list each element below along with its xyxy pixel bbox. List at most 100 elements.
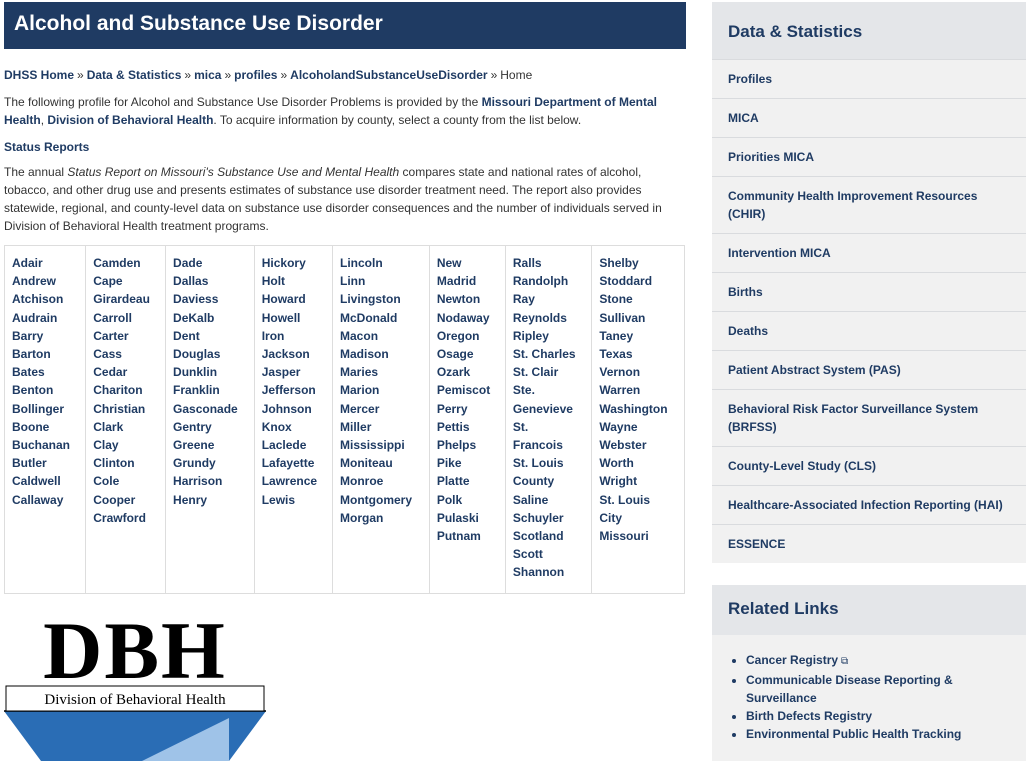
- sidebar-item-link[interactable]: Healthcare-Associated Infection Reportin…: [728, 496, 1010, 514]
- county-link[interactable]: Girardeau: [93, 290, 158, 308]
- county-link[interactable]: Dallas: [173, 272, 247, 290]
- county-link[interactable]: Madison: [340, 345, 422, 363]
- county-link[interactable]: Pike: [437, 454, 498, 472]
- sidebar-item-link[interactable]: Births: [728, 283, 1010, 301]
- county-link[interactable]: Livingston: [340, 290, 422, 308]
- county-link[interactable]: Franklin: [173, 381, 247, 399]
- related-link[interactable]: Communicable Disease Reporting & Surveil…: [746, 673, 953, 705]
- county-link[interactable]: Nodaway: [437, 309, 498, 327]
- county-link[interactable]: Randolph: [513, 272, 584, 290]
- county-link[interactable]: Ripley: [513, 327, 584, 345]
- county-link[interactable]: Ozark: [437, 363, 498, 381]
- breadcrumb-dhss-home[interactable]: DHSS Home: [4, 68, 74, 82]
- county-link[interactable]: Chariton: [93, 381, 158, 399]
- breadcrumb-data-statistics[interactable]: Data & Statistics: [87, 68, 182, 82]
- county-link[interactable]: Stoddard: [599, 272, 677, 290]
- county-link[interactable]: Benton: [12, 381, 78, 399]
- county-link[interactable]: Shelby: [599, 254, 677, 272]
- county-link[interactable]: Butler: [12, 454, 78, 472]
- county-link[interactable]: Iron: [262, 327, 325, 345]
- county-link[interactable]: Ray: [513, 290, 584, 308]
- county-link[interactable]: Scotland: [513, 527, 584, 545]
- county-link[interactable]: Andrew: [12, 272, 78, 290]
- county-link[interactable]: Carroll: [93, 309, 158, 327]
- county-link[interactable]: Vernon: [599, 363, 677, 381]
- county-link[interactable]: Francois: [513, 436, 584, 454]
- county-link[interactable]: Douglas: [173, 345, 247, 363]
- county-link[interactable]: Webster: [599, 436, 677, 454]
- county-link[interactable]: Cape: [93, 272, 158, 290]
- county-link[interactable]: Wayne: [599, 418, 677, 436]
- county-link[interactable]: Audrain: [12, 309, 78, 327]
- county-link[interactable]: Morgan: [340, 509, 422, 527]
- county-link[interactable]: Camden: [93, 254, 158, 272]
- county-link[interactable]: Missouri: [599, 527, 677, 545]
- county-link[interactable]: Grundy: [173, 454, 247, 472]
- sidebar-item-link[interactable]: Priorities MICA: [728, 148, 1010, 166]
- county-link[interactable]: Laclede: [262, 436, 325, 454]
- county-link[interactable]: Dade: [173, 254, 247, 272]
- county-link[interactable]: Ste.: [513, 381, 584, 399]
- breadcrumb-profiles[interactable]: profiles: [234, 68, 277, 82]
- county-link[interactable]: Lincoln: [340, 254, 422, 272]
- breadcrumb-alcohol-substance[interactable]: AlcoholandSubstanceUseDisorder: [290, 68, 487, 82]
- county-link[interactable]: Mercer: [340, 400, 422, 418]
- county-link[interactable]: Linn: [340, 272, 422, 290]
- county-link[interactable]: Washington: [599, 400, 677, 418]
- county-link[interactable]: Cooper: [93, 491, 158, 509]
- county-link[interactable]: Oregon: [437, 327, 498, 345]
- county-link[interactable]: Lafayette: [262, 454, 325, 472]
- county-link[interactable]: Scott: [513, 545, 584, 563]
- county-link[interactable]: Dent: [173, 327, 247, 345]
- county-link[interactable]: Holt: [262, 272, 325, 290]
- county-link[interactable]: Maries: [340, 363, 422, 381]
- county-link[interactable]: Callaway: [12, 491, 78, 509]
- sidebar-item-link[interactable]: Behavioral Risk Factor Surveillance Syst…: [728, 400, 1010, 436]
- county-link[interactable]: Jackson: [262, 345, 325, 363]
- sidebar-item-link[interactable]: County-Level Study (CLS): [728, 457, 1010, 475]
- county-link[interactable]: Pulaski: [437, 509, 498, 527]
- county-link[interactable]: McDonald: [340, 309, 422, 327]
- county-link[interactable]: Polk: [437, 491, 498, 509]
- county-link[interactable]: Macon: [340, 327, 422, 345]
- sidebar-item-link[interactable]: MICA: [728, 109, 1010, 127]
- county-link[interactable]: Newton: [437, 290, 498, 308]
- county-link[interactable]: Daviess: [173, 290, 247, 308]
- county-link[interactable]: Wright: [599, 472, 677, 490]
- county-link[interactable]: St. Charles: [513, 345, 584, 363]
- county-link[interactable]: Harrison: [173, 472, 247, 490]
- county-link[interactable]: Mississippi: [340, 436, 422, 454]
- county-link[interactable]: Genevieve: [513, 400, 584, 418]
- county-link[interactable]: Boone: [12, 418, 78, 436]
- county-link[interactable]: Perry: [437, 400, 498, 418]
- county-link[interactable]: Hickory: [262, 254, 325, 272]
- county-link[interactable]: Barton: [12, 345, 78, 363]
- county-link[interactable]: Ralls: [513, 254, 584, 272]
- county-link[interactable]: Howell: [262, 309, 325, 327]
- county-link[interactable]: County: [513, 472, 584, 490]
- county-link[interactable]: St.: [513, 418, 584, 436]
- county-link[interactable]: Madrid: [437, 272, 498, 290]
- county-link[interactable]: Moniteau: [340, 454, 422, 472]
- county-link[interactable]: Pemiscot: [437, 381, 498, 399]
- county-link[interactable]: Adair: [12, 254, 78, 272]
- county-link[interactable]: City: [599, 509, 677, 527]
- county-link[interactable]: Warren: [599, 381, 677, 399]
- county-link[interactable]: Clark: [93, 418, 158, 436]
- county-link[interactable]: Bollinger: [12, 400, 78, 418]
- county-link[interactable]: Johnson: [262, 400, 325, 418]
- county-link[interactable]: New: [437, 254, 498, 272]
- county-link[interactable]: DeKalb: [173, 309, 247, 327]
- county-link[interactable]: Jasper: [262, 363, 325, 381]
- county-link[interactable]: Cass: [93, 345, 158, 363]
- county-link[interactable]: Crawford: [93, 509, 158, 527]
- county-link[interactable]: Platte: [437, 472, 498, 490]
- county-link[interactable]: Sullivan: [599, 309, 677, 327]
- related-link[interactable]: Cancer Registry: [746, 653, 838, 667]
- county-link[interactable]: Gasconade: [173, 400, 247, 418]
- county-link[interactable]: Schuyler: [513, 509, 584, 527]
- related-link[interactable]: Birth Defects Registry: [746, 709, 872, 723]
- county-link[interactable]: Barry: [12, 327, 78, 345]
- breadcrumb-mica[interactable]: mica: [194, 68, 221, 82]
- county-link[interactable]: Christian: [93, 400, 158, 418]
